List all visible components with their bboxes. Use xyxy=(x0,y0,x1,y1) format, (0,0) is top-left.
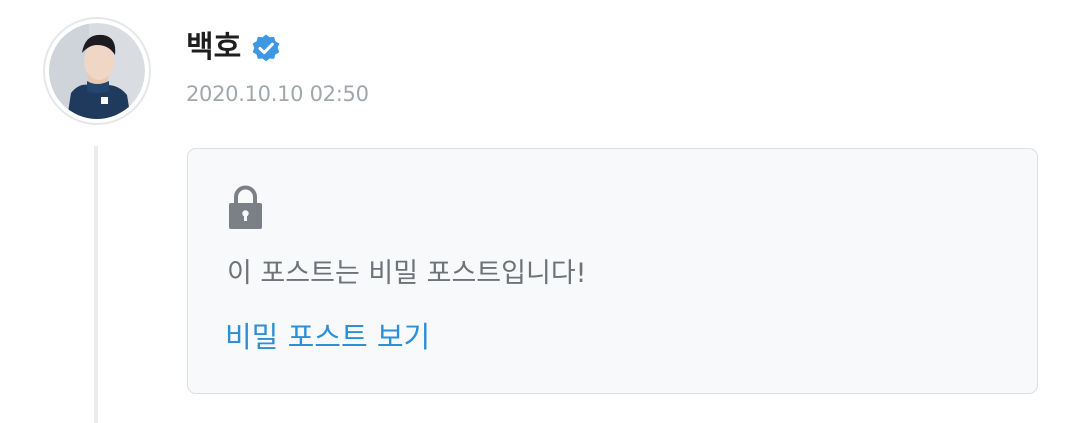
author-name[interactable]: 백호 xyxy=(186,28,241,68)
view-secret-post-link[interactable]: 비밀 포스트 보기 xyxy=(225,317,430,357)
lock-icon xyxy=(229,185,262,229)
thread-line xyxy=(94,146,98,423)
verified-badge-icon xyxy=(252,34,280,62)
avatar[interactable] xyxy=(43,17,151,125)
secret-post-message: 이 포스트는 비밀 포스트입니다! xyxy=(227,258,587,289)
secret-post-card: 이 포스트는 비밀 포스트입니다! 비밀 포스트 보기 xyxy=(187,148,1038,394)
profile-photo xyxy=(49,23,145,119)
post-timestamp: 2020.10.10 02:50 xyxy=(186,82,369,106)
